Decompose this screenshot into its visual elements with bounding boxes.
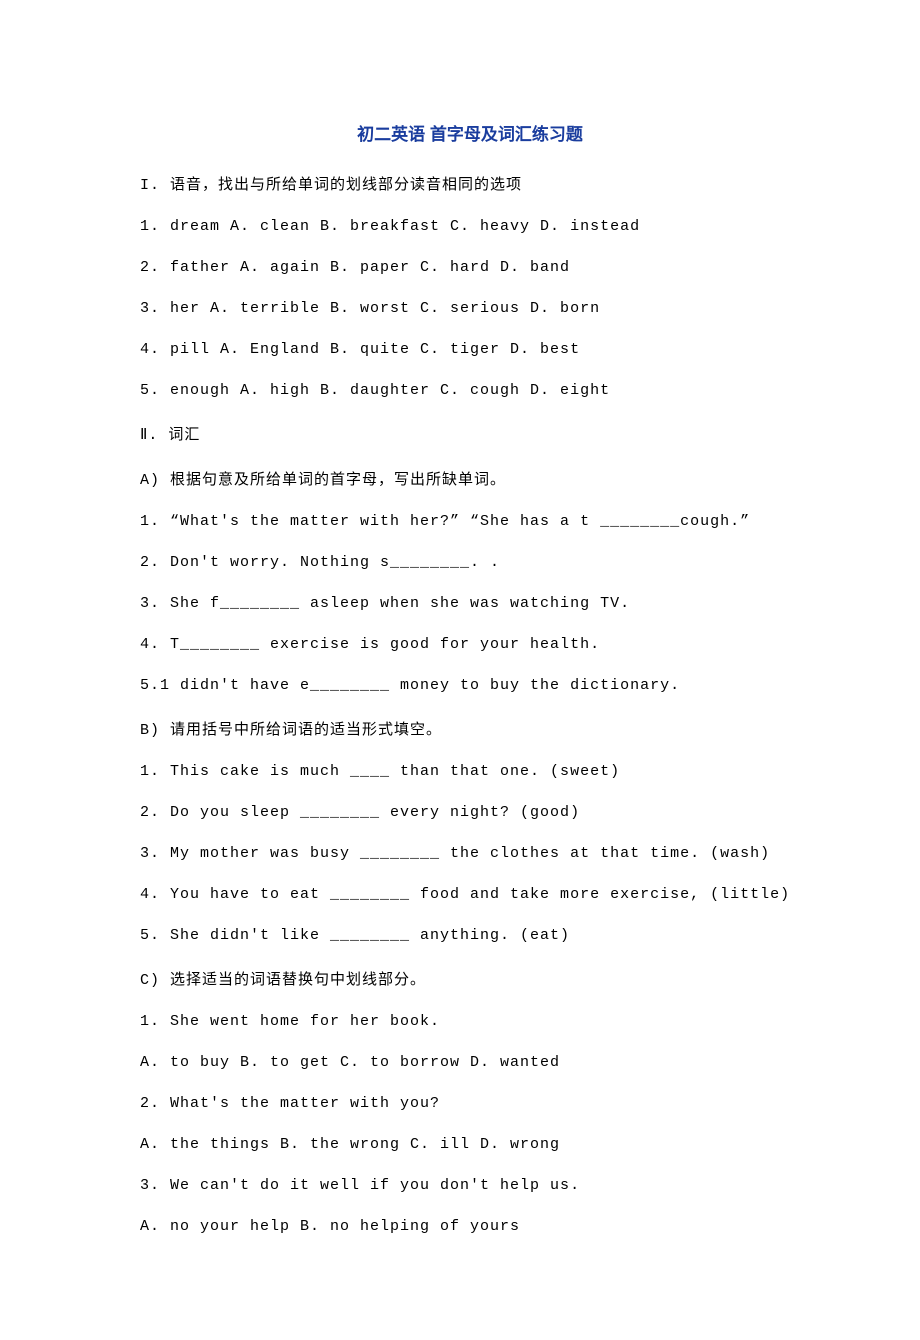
document-page: 初二英语 首字母及词汇练习题 I. 语音，找出与所给单词的划线部分读音相同的选项…	[0, 0, 920, 1319]
text-line: 2. Don't worry. Nothing s________. .	[140, 554, 800, 571]
text-line: 2. Do you sleep ________ every night? (g…	[140, 804, 800, 821]
text-line: 1. This cake is much ____ than that one.…	[140, 763, 800, 780]
text-line: 3. She f________ asleep when she was wat…	[140, 595, 800, 612]
text-line: B) 请用括号中所给词语的适当形式填空。	[140, 718, 800, 739]
text-line: C) 选择适当的词语替换句中划线部分。	[140, 968, 800, 989]
text-line: 4. pill A. England B. quite C. tiger D. …	[140, 341, 800, 358]
text-line: 2. father A. again B. paper C. hard D. b…	[140, 259, 800, 276]
text-line: 4. You have to eat ________ food and tak…	[140, 886, 800, 903]
text-line: 5. enough A. high B. daughter C. cough D…	[140, 382, 800, 399]
text-line: A. the things B. the wrong C. ill D. wro…	[140, 1136, 800, 1153]
text-line: A. to buy B. to get C. to borrow D. want…	[140, 1054, 800, 1071]
text-line: 5. She didn't like ________ anything. (e…	[140, 927, 800, 944]
text-line: A) 根据句意及所给单词的首字母，写出所缺单词。	[140, 468, 800, 489]
text-line: 1. dream A. clean B. breakfast C. heavy …	[140, 218, 800, 235]
text-line: 3. her A. terrible B. worst C. serious D…	[140, 300, 800, 317]
text-line: 5.1 didn't have e________ money to buy t…	[140, 677, 800, 694]
text-line: 1. “What's the matter with her?” “She ha…	[140, 513, 800, 530]
text-line: Ⅱ. 词汇	[140, 423, 800, 444]
text-line: 3. We can't do it well if you don't help…	[140, 1177, 800, 1194]
text-line: I. 语音，找出与所给单词的划线部分读音相同的选项	[140, 173, 800, 194]
text-line: 3. My mother was busy ________ the cloth…	[140, 845, 800, 862]
text-line: 2. What's the matter with you?	[140, 1095, 800, 1112]
text-line: 4. T________ exercise is good for your h…	[140, 636, 800, 653]
text-line: A. no your help B. no helping of yours	[140, 1218, 800, 1235]
text-line: 1. She went home for her book.	[140, 1013, 800, 1030]
document-title: 初二英语 首字母及词汇练习题	[140, 120, 800, 145]
